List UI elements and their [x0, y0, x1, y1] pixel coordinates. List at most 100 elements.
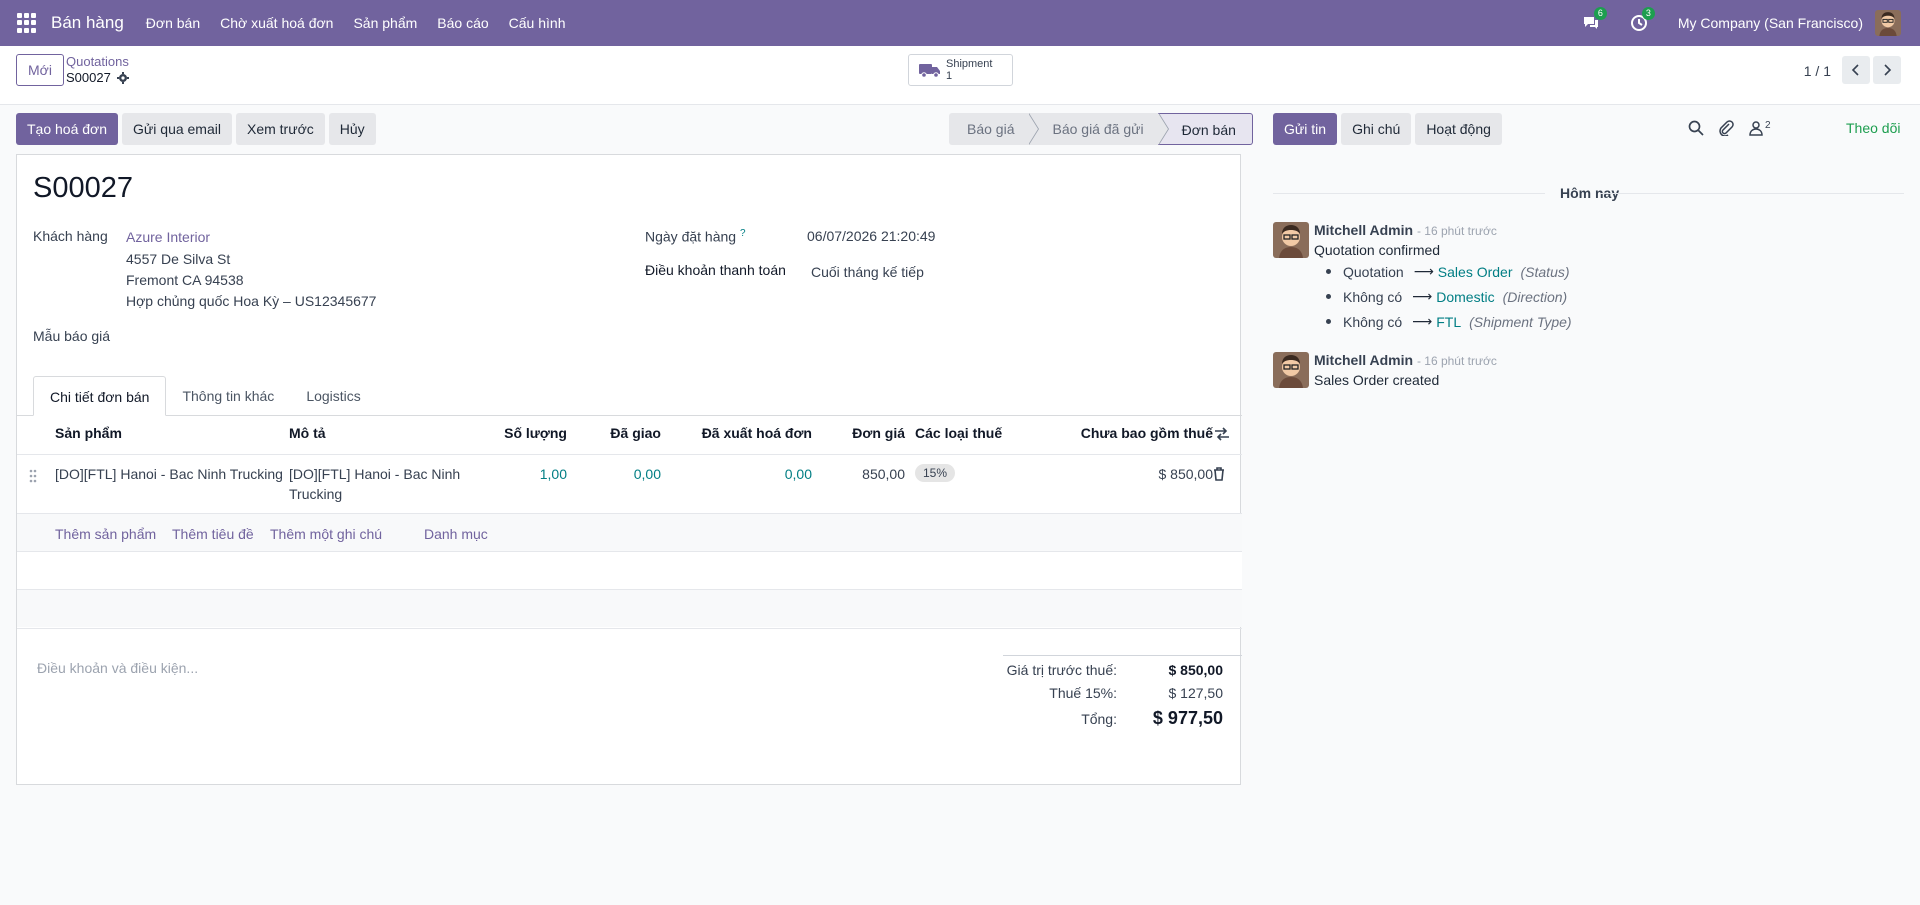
col-header-quantity[interactable]: Số lượng: [411, 425, 567, 441]
payment-terms-value[interactable]: Cuối tháng kế tiếp: [811, 264, 924, 280]
help-tooltip-icon[interactable]: ?: [740, 228, 746, 239]
add-section-link[interactable]: Thêm tiêu đề: [172, 526, 254, 542]
message-time: - 16 phút trước: [1416, 224, 1497, 238]
customer-address-line3: Hợp chủng quốc Hoa Kỳ – US12345677: [126, 293, 377, 309]
menu-to-invoice[interactable]: Chờ xuất hoá đơn: [210, 0, 343, 46]
pager-value[interactable]: 1 / 1: [1804, 63, 1831, 79]
stage-quotation-sent[interactable]: Báo giá đã gửi: [1028, 113, 1169, 145]
message-author[interactable]: Mitchell Admin - 16 phút trước: [1314, 222, 1497, 238]
message-author[interactable]: Mitchell Admin - 16 phút trước: [1314, 352, 1497, 368]
tracking-new: FTL: [1436, 313, 1462, 330]
user-avatar-icon: [1875, 10, 1901, 36]
messages-button[interactable]: 6: [1582, 7, 1607, 34]
quotation-template-label: Mẫu báo giá: [33, 328, 111, 344]
pager-previous-button[interactable]: [1842, 56, 1870, 84]
shipment-smart-button[interactable]: Shipment 1: [908, 54, 1013, 86]
terms-and-conditions-field[interactable]: Điều khoản và điều kiện...: [37, 660, 198, 676]
top-navbar: Bán hàng Đơn bán Chờ xuất hoá đơn Sản ph…: [0, 0, 1920, 46]
line-quantity[interactable]: 1,00: [411, 464, 567, 484]
line-description-line2: Trucking: [289, 486, 343, 502]
breadcrumb-record: S00027: [66, 70, 111, 85]
col-header-unit-price[interactable]: Đơn giá: [812, 425, 905, 441]
col-header-taxes[interactable]: Các loại thuế: [915, 425, 1002, 441]
create-invoice-button[interactable]: Tạo hoá đơn: [16, 113, 119, 145]
followers-button[interactable]: 2: [1748, 120, 1771, 136]
messages-badge: 6: [1593, 7, 1607, 20]
trash-icon[interactable]: [1213, 467, 1225, 481]
menu-products[interactable]: Sản phẩm: [343, 0, 427, 46]
activities-button[interactable]: Hoạt động: [1415, 113, 1502, 145]
payment-terms-label: Điều khoản thanh toán: [645, 262, 786, 278]
menu-configuration[interactable]: Cấu hình: [499, 0, 576, 46]
tracking-old: Không có: [1343, 313, 1403, 330]
tracking-field: (Direction): [1502, 288, 1568, 305]
follow-button[interactable]: Theo dõi: [1846, 120, 1900, 136]
col-header-delivered[interactable]: Đã giao: [567, 425, 661, 441]
person-icon: [1749, 121, 1763, 136]
tracking-old: Không có: [1343, 288, 1403, 305]
order-date-label: Ngày đặt hàng ?: [645, 228, 746, 245]
activities-button[interactable]: 3: [1630, 7, 1655, 34]
column-settings-icon[interactable]: [1214, 427, 1230, 441]
tab-logistics[interactable]: Logistics: [290, 376, 376, 416]
app-brand[interactable]: Bán hàng: [51, 13, 124, 33]
drag-handle-icon[interactable]: [29, 469, 37, 483]
preview-button[interactable]: Xem trước: [235, 113, 325, 145]
message-author-avatar[interactable]: [1273, 222, 1309, 258]
menu-sales-orders[interactable]: Đơn bán: [136, 0, 210, 46]
author-avatar-icon: [1273, 222, 1309, 258]
company-switcher[interactable]: My Company (San Francisco): [1678, 15, 1863, 31]
untaxed-amount-label: Giá trị trước thuế:: [1006, 662, 1117, 678]
tracking-new: Domestic: [1436, 288, 1495, 305]
new-button[interactable]: Mới: [16, 54, 64, 86]
message-time: - 16 phút trước: [1416, 354, 1497, 368]
col-header-invoiced[interactable]: Đã xuất hoá đơn: [661, 425, 812, 441]
customer-name-link[interactable]: Azure Interior: [126, 229, 210, 245]
paperclip-icon[interactable]: [1718, 120, 1734, 136]
message-author-avatar[interactable]: [1273, 352, 1309, 388]
add-product-link[interactable]: Thêm sản phẩm: [55, 526, 156, 542]
line-tax-badge[interactable]: 15%: [915, 464, 956, 482]
order-date-label-text: Ngày đặt hàng: [645, 228, 737, 245]
breadcrumb: Quotations S00027: [66, 54, 129, 86]
tracking-value: Quotation ⟶ Sales Order (Status): [1326, 263, 1570, 280]
add-note-link[interactable]: Thêm một ghi chú: [270, 526, 382, 542]
send-email-button[interactable]: Gửi qua email: [122, 113, 232, 145]
total-value: $ 977,50: [1152, 708, 1223, 728]
stage-sales-order[interactable]: Đơn bán: [1157, 113, 1253, 145]
cancel-button[interactable]: Hủy: [328, 113, 376, 145]
shipment-count: 1: [946, 70, 953, 82]
send-message-button[interactable]: Gửi tin: [1273, 113, 1338, 145]
line-unit-price[interactable]: 850,00: [812, 464, 905, 484]
line-delivered[interactable]: 0,00: [567, 464, 661, 484]
line-invoiced[interactable]: 0,00: [661, 464, 812, 484]
log-note-button[interactable]: Ghi chú: [1341, 113, 1412, 145]
pager-next-button[interactable]: [1873, 56, 1901, 84]
catalog-link[interactable]: Danh mục: [424, 526, 488, 542]
status-bar: Báo giá Báo giá đã gửi Đơn bán: [949, 113, 1253, 145]
menu-reporting[interactable]: Báo cáo: [427, 0, 498, 46]
gear-icon[interactable]: [116, 72, 129, 84]
order-date-value[interactable]: 06/07/2026 21:20:49: [807, 228, 935, 244]
col-header-subtotal[interactable]: Chưa bao gồm thuế: [1027, 425, 1213, 441]
bullet: [1326, 294, 1331, 299]
col-header-description[interactable]: Mô tả: [289, 425, 326, 441]
tab-other-info[interactable]: Thông tin khác: [166, 376, 290, 416]
chevron-right-icon: [1884, 64, 1892, 76]
tracking-field: (Shipment Type): [1469, 313, 1572, 330]
stage-quotation[interactable]: Báo giá: [949, 113, 1041, 145]
user-avatar[interactable]: [1875, 10, 1901, 36]
apps-menu-icon[interactable]: [17, 13, 37, 33]
arrow-right-icon: ⟶: [1413, 263, 1434, 279]
line-product[interactable]: [DO][FTL] Hanoi - Bac Ninh Trucking: [55, 464, 283, 484]
message-body: Sales Order created: [1314, 372, 1440, 388]
row-divider: [17, 628, 1242, 629]
tab-order-lines[interactable]: Chi tiết đơn bán: [33, 376, 167, 416]
tracking-value: Không có ⟶ FTL (Shipment Type): [1326, 313, 1572, 330]
search-icon[interactable]: [1688, 120, 1704, 136]
breadcrumb-quotations[interactable]: Quotations: [66, 54, 129, 70]
header-divider: [17, 454, 1242, 455]
col-header-product[interactable]: Sản phẩm: [55, 425, 122, 441]
total-label: Tổng:: [1081, 711, 1117, 727]
author-avatar-icon: [1273, 352, 1309, 388]
